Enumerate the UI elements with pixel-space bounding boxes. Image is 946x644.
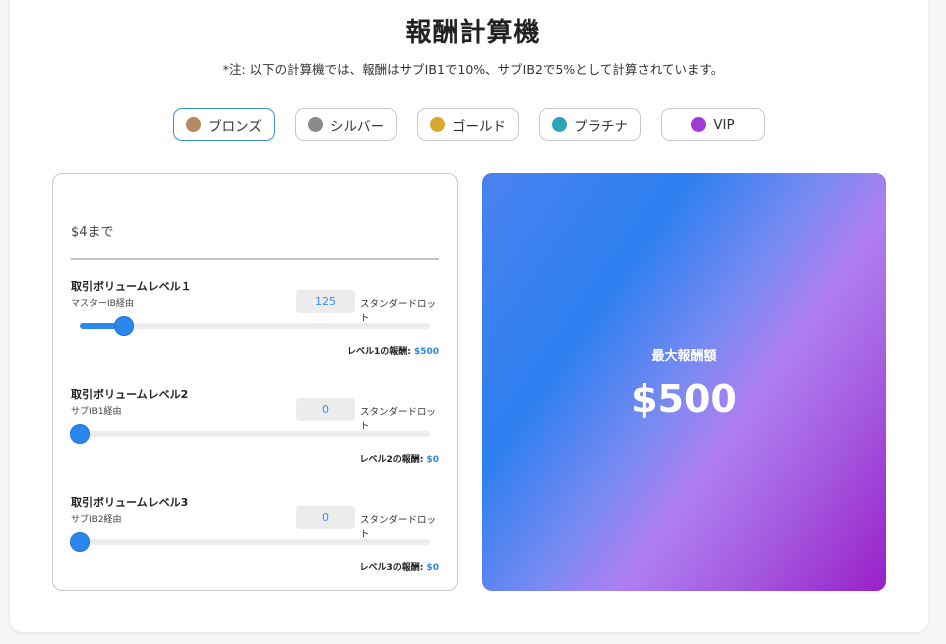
- result-label: 最大報酬額: [651, 349, 717, 364]
- level-reward: レベル3の報酬: $0: [359, 560, 439, 573]
- divider: [71, 258, 439, 260]
- calculator-panel: $4まで 取引ボリュームレベル１ マスターIB経由 125 スタンダードロット …: [52, 173, 458, 591]
- tier-label: ゴールド: [452, 118, 506, 135]
- level-unit: スタンダードロット: [360, 515, 437, 540]
- silver-medal-icon: [308, 117, 323, 132]
- level-unit: スタンダードロット: [360, 299, 437, 324]
- tier-label: ブロンズ: [208, 118, 262, 135]
- level-2-slider[interactable]: [71, 425, 430, 443]
- level-reward: レベル1の報酬: $500: [347, 344, 439, 357]
- level-reward: レベル2の報酬: $0: [359, 452, 439, 465]
- slider-thumb[interactable]: [71, 425, 89, 443]
- level-subtitle: サブIB2経由: [71, 515, 122, 525]
- level-3: 取引ボリュームレベル3 サブIB2経由 0 スタンダードロット レベル3の報酬:…: [71, 494, 439, 580]
- tier-tab-vip[interactable]: VIP: [661, 108, 765, 141]
- gold-medal-icon: [430, 117, 445, 132]
- level-title: 取引ボリュームレベル１: [71, 280, 192, 293]
- vip-medal-icon: [691, 117, 707, 132]
- level-unit: スタンダードロット: [360, 407, 437, 432]
- level-1-slider[interactable]: [80, 317, 430, 335]
- reward-amount: $0: [426, 455, 439, 465]
- result-value: $500: [631, 377, 737, 421]
- tier-tab-platinum[interactable]: プラチナ: [539, 108, 641, 141]
- tier-tab-bronze[interactable]: ブロンズ: [173, 108, 275, 141]
- level-3-volume-input[interactable]: 0: [296, 506, 355, 529]
- result-panel: 最大報酬額 $500: [482, 173, 886, 591]
- level-2-volume-input[interactable]: 0: [296, 398, 355, 421]
- reward-amount: $500: [413, 347, 439, 357]
- level-3-slider[interactable]: [71, 533, 430, 551]
- level-title: 取引ボリュームレベル3: [71, 496, 189, 509]
- slider-thumb[interactable]: [115, 317, 133, 335]
- rate-text: $4まで: [71, 225, 114, 240]
- level-1: 取引ボリュームレベル１ マスターIB経由 125 スタンダードロット レベル1の…: [71, 278, 439, 364]
- platinum-medal-icon: [552, 117, 567, 132]
- calculator-note: *注: 以下の計算機では、報酬はサブIB1で10%、サブIB2で5%として計算さ…: [222, 62, 724, 77]
- level-subtitle: マスターIB経由: [71, 299, 134, 309]
- reward-label: レベル2の報酬:: [359, 455, 427, 465]
- tier-label: VIP: [713, 116, 735, 133]
- level-1-volume-input[interactable]: 125: [296, 290, 355, 313]
- tier-tab-silver[interactable]: シルバー: [295, 108, 397, 141]
- slider-thumb[interactable]: [71, 533, 89, 551]
- page-title: 報酬計算機: [405, 18, 541, 48]
- reward-amount: $0: [426, 563, 439, 573]
- tier-label: プラチナ: [574, 118, 628, 135]
- bronze-medal-icon: [186, 117, 202, 132]
- level-subtitle: サブIB1経由: [71, 407, 122, 417]
- reward-label: レベル1の報酬:: [346, 347, 414, 357]
- reward-label: レベル3の報酬:: [359, 563, 427, 573]
- tier-label: シルバー: [330, 118, 384, 135]
- tier-tab-gold[interactable]: ゴールド: [417, 108, 519, 141]
- level-2: 取引ボリュームレベル2 サブIB1経由 0 スタンダードロット レベル2の報酬:…: [71, 386, 439, 472]
- level-title: 取引ボリュームレベル2: [71, 388, 189, 401]
